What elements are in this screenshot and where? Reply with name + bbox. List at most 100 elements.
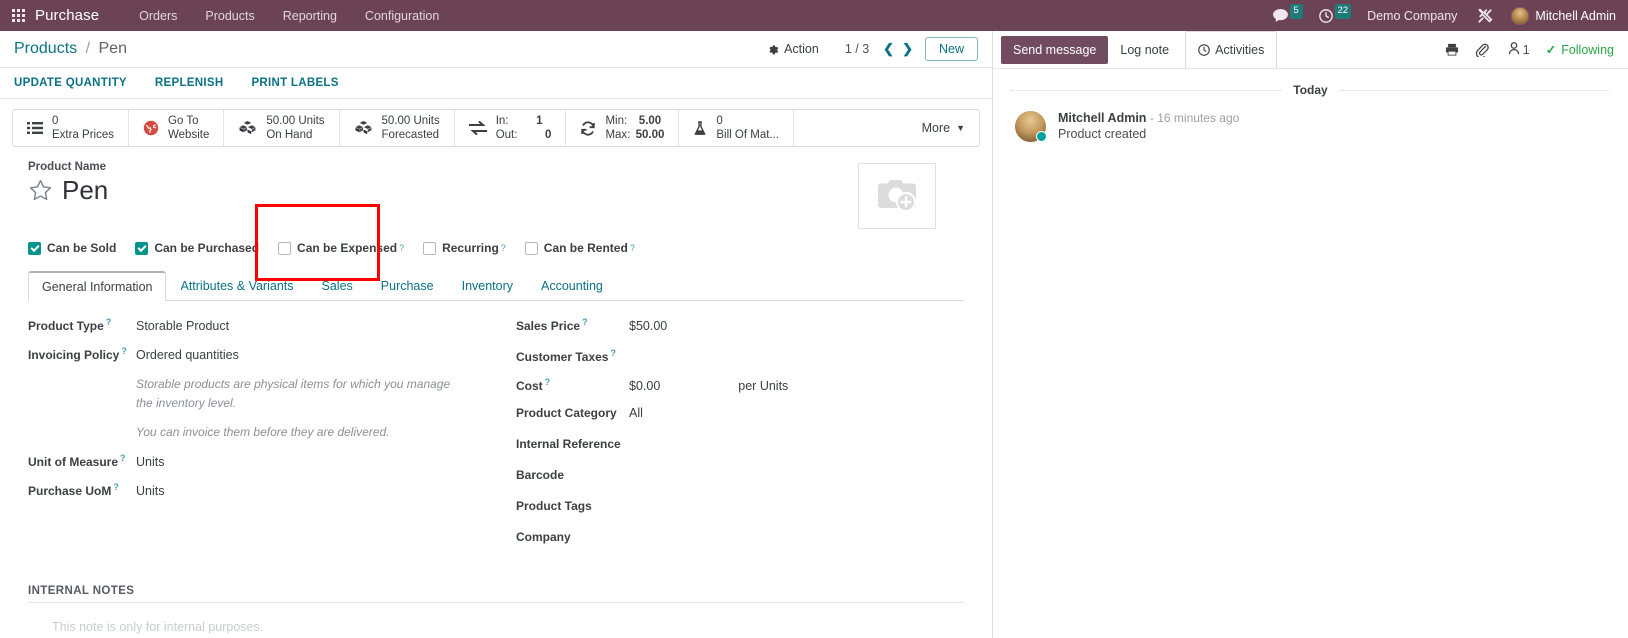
help-icon[interactable]: ? — [121, 346, 127, 356]
help-icon[interactable]: ? — [106, 317, 112, 327]
field-barcode: Barcode — [516, 464, 964, 482]
more-stat-buttons-dropdown[interactable]: More ▼ — [908, 110, 979, 146]
checkbox-can-be-expensed-box[interactable] — [278, 241, 292, 255]
nav-menu-reporting[interactable]: Reporting — [269, 9, 351, 23]
help-icon[interactable]: ? — [582, 317, 588, 327]
messages-badge: 5 — [1289, 4, 1303, 19]
field-unit-of-measure-value[interactable]: Units — [136, 455, 164, 469]
replenish-button[interactable]: REPLENISH — [155, 77, 224, 89]
field-product-category-label: Product Category — [516, 406, 617, 420]
tab-inventory[interactable]: Inventory — [448, 271, 527, 301]
product-name-value[interactable]: Pen — [62, 175, 108, 206]
avatar — [1015, 111, 1047, 142]
stat-min-max[interactable]: Min: 5.00 Max: 50.00 — [566, 110, 680, 146]
following-toggle[interactable]: ✓ Following — [1545, 42, 1614, 58]
checkbox-can-be-expensed[interactable]: Can be Expensed ? — [278, 241, 404, 255]
action-menu-button[interactable]: Action — [767, 42, 819, 56]
boxes-icon — [354, 120, 373, 136]
chevron-down-icon: ▼ — [956, 123, 965, 133]
help-icon[interactable]: ? — [113, 482, 119, 492]
stat-in-value: 1 — [536, 114, 543, 127]
checkbox-can-be-sold-box[interactable] — [28, 241, 41, 255]
chat-bubble-icon — [1272, 9, 1288, 22]
wrench-screwdriver-icon[interactable] — [1477, 8, 1493, 24]
field-product-tags-label: Product Tags — [516, 499, 592, 513]
update-quantity-button[interactable]: UPDATE QUANTITY — [14, 77, 127, 89]
tab-general-information[interactable]: General Information — [28, 271, 167, 301]
stat-on-hand-value: 50.00 Units — [266, 114, 325, 127]
field-purchase-uom-value[interactable]: Units — [136, 484, 164, 498]
chevron-left-icon[interactable]: ❮ — [879, 41, 898, 57]
check-icon: ✓ — [1545, 43, 1557, 57]
field-internal-reference-label: Internal Reference — [516, 437, 621, 451]
navbar-right-group: 5 22 Demo Company Mitchell Admin — [1272, 4, 1616, 25]
checkbox-can-be-purchased[interactable]: Can be Purchased — [135, 241, 259, 255]
checkbox-can-be-rented-box[interactable] — [524, 241, 538, 255]
apps-grid-icon[interactable] — [12, 9, 25, 22]
checkbox-can-be-rented[interactable]: Can be Rented ? — [524, 241, 635, 255]
product-name-label: Product Name — [28, 161, 106, 173]
stat-extra-prices[interactable]: 0 Extra Prices — [13, 110, 129, 146]
field-product-type-value[interactable]: Storable Product — [136, 319, 229, 333]
send-message-button[interactable]: Send message — [1001, 35, 1109, 64]
field-sales-price-value[interactable]: $50.00 — [629, 319, 667, 333]
activities-button[interactable]: Activities — [1185, 30, 1278, 69]
form-column: Products / Pen Action 1 / 3 ❮ ❯ New UPDA… — [0, 31, 993, 638]
nav-menu-orders[interactable]: Orders — [125, 9, 191, 23]
field-invoicing-policy-label: Invoicing Policy? — [28, 346, 136, 362]
nav-menu-configuration[interactable]: Configuration — [351, 9, 453, 23]
help-icon[interactable]: ? — [545, 377, 551, 387]
chevron-right-icon[interactable]: ❯ — [898, 41, 917, 57]
stat-go-to-website[interactable]: Go To Website — [129, 110, 225, 146]
chatter-message-content: Mitchell Admin - 16 minutes ago Product … — [1058, 111, 1239, 142]
messages-button[interactable]: 5 — [1272, 4, 1303, 23]
user-name-label: Mitchell Admin — [1535, 8, 1616, 23]
internal-notes-input[interactable]: This note is only for internal purposes. — [28, 603, 964, 634]
tab-sales[interactable]: Sales — [308, 271, 367, 301]
field-invoicing-policy-value[interactable]: Ordered quantities — [136, 348, 239, 362]
new-button[interactable]: New — [924, 37, 978, 61]
help-icon[interactable]: ? — [120, 453, 126, 463]
breadcrumb-root[interactable]: Products — [14, 40, 77, 57]
stat-in-out[interactable]: In: 1 Out: 0 — [455, 110, 567, 146]
tab-accounting[interactable]: Accounting — [527, 271, 617, 301]
field-product-category-value[interactable]: All — [629, 406, 643, 420]
field-cost-value[interactable]: $0.00 — [629, 379, 660, 393]
field-unit-of-measure-label: Unit of Measure? — [28, 453, 136, 469]
followers-button[interactable]: 1 — [1505, 41, 1530, 58]
pager-counter[interactable]: 1 / 3 — [845, 42, 869, 56]
paperclip-icon[interactable] — [1475, 42, 1489, 57]
activities-label: Activities — [1215, 43, 1265, 57]
user-menu[interactable]: Mitchell Admin — [1511, 6, 1616, 25]
company-switcher[interactable]: Demo Company — [1367, 9, 1457, 23]
tab-attributes-variants[interactable]: Attributes & Variants — [166, 271, 307, 301]
stat-bill-of-materials[interactable]: 0 Bill Of Mat... — [679, 110, 794, 146]
app-brand-purchase[interactable]: Purchase — [35, 7, 99, 24]
log-note-button[interactable]: Log note — [1108, 36, 1181, 64]
help-icon[interactable]: ? — [501, 243, 506, 253]
product-image-placeholder[interactable] — [858, 163, 936, 229]
printer-icon[interactable] — [1445, 43, 1459, 56]
stat-forecasted[interactable]: 50.00 Units Forecasted — [340, 110, 455, 146]
help-icon[interactable]: ? — [610, 348, 616, 358]
activities-button[interactable]: 22 — [1318, 4, 1352, 23]
print-labels-button[interactable]: PRINT LABELS — [251, 77, 338, 89]
chatter-message-author: Mitchell Admin — [1058, 111, 1147, 125]
help-icon[interactable]: ? — [399, 243, 404, 253]
nav-menu-products[interactable]: Products — [191, 9, 268, 23]
stat-on-hand[interactable]: 50.00 Units On Hand — [224, 110, 340, 146]
day-divider-label: Today — [1293, 83, 1328, 97]
checkbox-can-be-purchased-box[interactable] — [135, 241, 149, 255]
star-outline-icon[interactable] — [28, 178, 53, 203]
stat-button-bar: 0 Extra Prices Go To Website 50.00 Units… — [12, 109, 980, 147]
help-icon[interactable]: ? — [630, 243, 635, 253]
checkbox-recurring[interactable]: Recurring ? — [423, 241, 506, 255]
field-sales-price: Sales Price? $50.00 — [516, 317, 964, 333]
control-panel-right: Action 1 / 3 ❮ ❯ New — [767, 37, 978, 61]
field-unit-of-measure: Unit of Measure? Units — [28, 453, 496, 469]
stat-extra-prices-text: 0 Extra Prices — [52, 114, 114, 143]
checkbox-recurring-box[interactable] — [423, 241, 437, 255]
exchange-icon — [468, 121, 487, 135]
tab-purchase[interactable]: Purchase — [367, 271, 448, 301]
checkbox-can-be-sold[interactable]: Can be Sold — [28, 241, 116, 255]
